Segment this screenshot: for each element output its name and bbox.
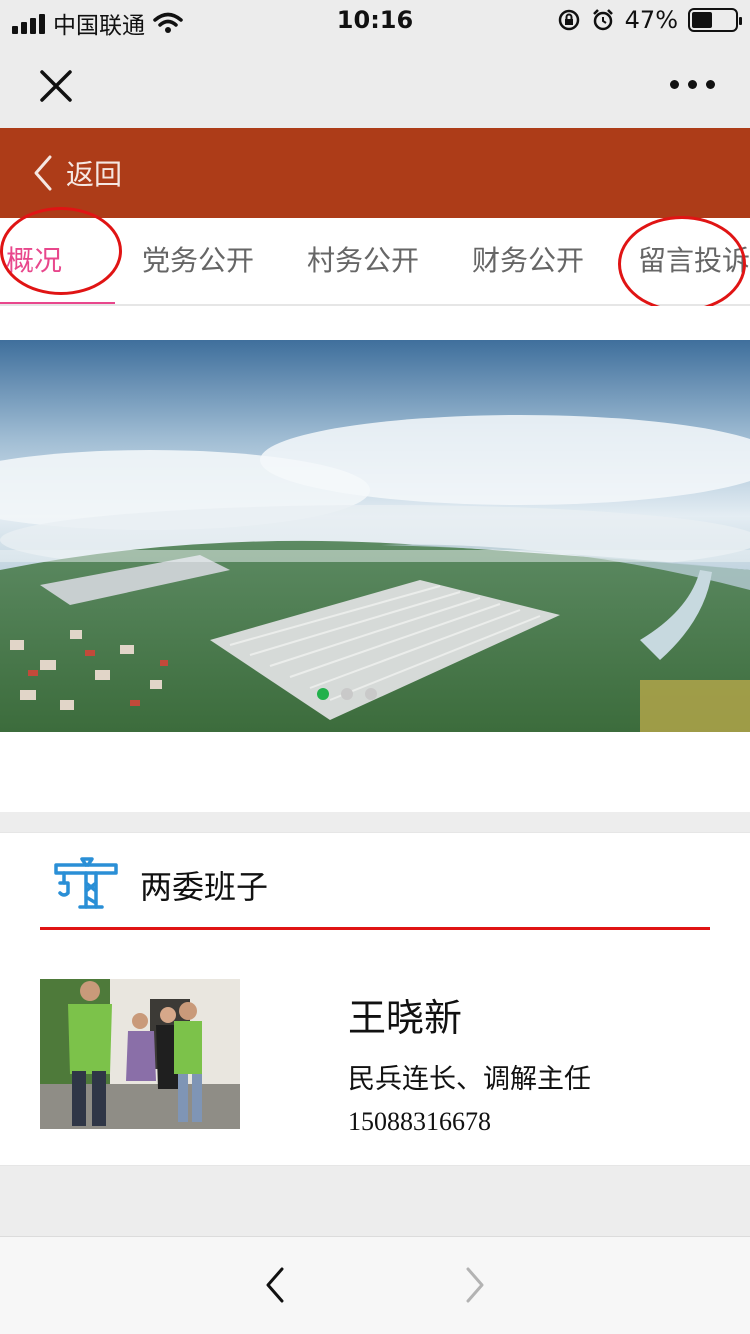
close-icon <box>40 70 72 102</box>
member-photo-image <box>40 979 240 1129</box>
alarm-icon <box>592 9 613 31</box>
back-header: 返回 <box>0 128 750 218</box>
status-right: 47% <box>557 6 742 34</box>
back-button[interactable]: 返回 <box>32 153 122 193</box>
browser-forward-button[interactable] <box>454 1265 494 1305</box>
banner-image[interactable] <box>0 340 750 732</box>
committee-section: 两委班子 王晓新 民兵连长、调解主任 15088316678 <box>0 832 750 1166</box>
webview-nav-bar <box>0 40 750 128</box>
more-dot <box>670 79 679 89</box>
battery-percent: 47% <box>624 6 678 34</box>
section-title: 两委班子 <box>140 868 269 906</box>
aerial-landscape-image <box>0 340 750 732</box>
section-divider <box>40 927 710 930</box>
banner-dot-3[interactable] <box>365 688 377 700</box>
chevron-right-icon <box>466 1267 484 1303</box>
banner-pagination <box>0 688 722 700</box>
battery-icon <box>688 8 742 32</box>
tab-overview[interactable]: 概况 <box>6 218 62 304</box>
browser-back-button[interactable] <box>256 1265 296 1305</box>
chevron-left-icon <box>266 1267 284 1303</box>
banner-dot-1[interactable] <box>317 688 329 700</box>
bottom-toolbar <box>0 1236 750 1334</box>
crane-icon <box>54 857 118 909</box>
more-button[interactable] <box>670 74 720 94</box>
tab-complaints[interactable]: 留言投诉 <box>638 218 750 304</box>
section-header: 两委班子 <box>52 855 268 915</box>
more-dot <box>688 79 697 89</box>
close-button[interactable] <box>34 64 78 108</box>
battery-fill <box>692 12 712 28</box>
more-dot <box>706 79 715 89</box>
rotation-lock-icon <box>558 9 579 31</box>
back-label: 返回 <box>66 158 123 191</box>
tab-village-affairs[interactable]: 村务公开 <box>307 218 419 304</box>
member-phone[interactable]: 15088316678 <box>348 1107 491 1137</box>
member-role: 民兵连长、调解主任 <box>348 1064 591 1095</box>
tab-bar: 概况 党务公开 村务公开 财务公开 留言投诉 <box>0 218 750 306</box>
tab-party-affairs[interactable]: 党务公开 <box>142 218 254 304</box>
tab-finance[interactable]: 财务公开 <box>472 218 584 304</box>
member-photo <box>40 979 240 1129</box>
chevron-left-icon <box>34 155 52 191</box>
banner-dot-2[interactable] <box>341 688 353 700</box>
status-bar: 中国联通 10:16 47% <box>0 0 750 40</box>
member-card[interactable]: 王晓新 民兵连长、调解主任 15088316678 <box>40 979 720 1139</box>
member-name: 王晓新 <box>348 996 463 1040</box>
